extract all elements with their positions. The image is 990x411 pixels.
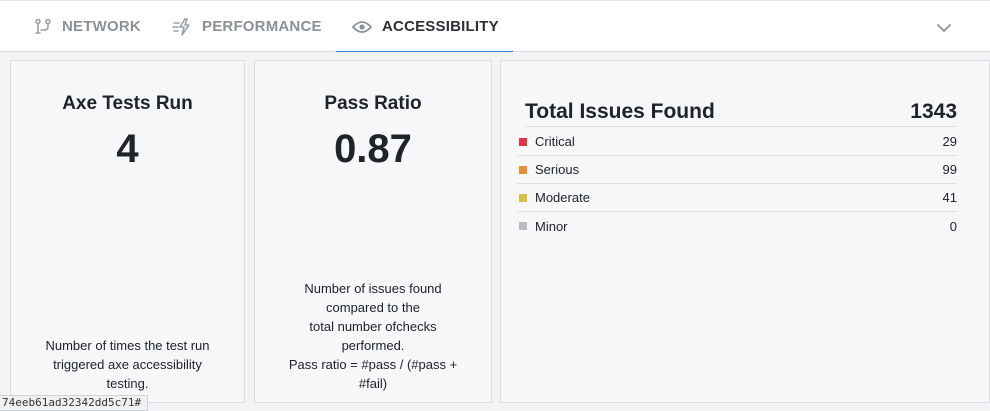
axe-tests-value: 4 — [116, 127, 139, 171]
issue-count: 0 — [949, 218, 957, 234]
total-issues-title: Total Issues Found — [525, 99, 715, 123]
network-branch-icon — [34, 18, 52, 36]
tab-bar: NETWORK PERFORMANCE ACCESSIBILITY — [0, 0, 990, 53]
issue-label: Moderate — [535, 190, 590, 205]
total-issues-card: Total Issues Found 1343 Critical 29 Seri… — [500, 60, 990, 403]
total-issues-header: Total Issues Found 1343 — [525, 97, 957, 127]
total-issues-count: 1343 — [910, 99, 957, 123]
description-line: Number of times the test run — [45, 338, 210, 353]
issue-row-critical: Critical 29 — [517, 128, 957, 156]
tab-accessibility-label: ACCESSIBILITY — [382, 18, 499, 35]
description-line: compared to the — [326, 300, 420, 315]
tab-network-label: NETWORK — [62, 18, 141, 35]
status-bar-url: 74eeb61ad32342dd5c71# — [0, 395, 149, 411]
minor-swatch — [519, 222, 527, 230]
pass-ratio-card: Pass Ratio 0.87 Number of issues found c… — [254, 60, 492, 403]
description-line: total number ofchecks — [309, 319, 437, 334]
tab-accessibility[interactable]: ACCESSIBILITY — [336, 1, 513, 53]
issue-row-moderate: Moderate 41 — [517, 184, 957, 212]
tab-network[interactable]: NETWORK — [34, 1, 141, 52]
description-line: testing. — [106, 376, 149, 391]
description-line: triggered axe accessibility — [53, 357, 202, 372]
issue-count: 41 — [942, 190, 957, 205]
issue-label: Serious — [535, 162, 580, 177]
performance-bolt-icon — [172, 17, 192, 36]
axe-tests-card: Axe Tests Run 4 Number of times the test… — [10, 60, 245, 403]
pass-ratio-title: Pass Ratio — [324, 93, 422, 114]
axe-tests-title: Axe Tests Run — [62, 93, 193, 114]
moderate-swatch — [519, 193, 527, 202]
issue-row-minor: Minor 0 — [517, 212, 957, 240]
serious-swatch — [519, 165, 527, 174]
description-line: #fail) — [358, 376, 388, 391]
issue-label: Minor — [535, 218, 568, 234]
eye-icon — [352, 20, 372, 34]
pass-ratio-description: Number of issues found compared to the t… — [269, 279, 477, 393]
description-line: Pass ratio = #pass / (#pass + — [288, 357, 458, 372]
issue-row-serious: Serious 99 — [517, 156, 957, 184]
tab-performance-label: PERFORMANCE — [202, 18, 322, 35]
tab-performance[interactable]: PERFORMANCE — [172, 1, 322, 52]
description-line: Number of issues found — [304, 281, 442, 296]
collapse-chevron-icon[interactable] — [935, 21, 953, 35]
pass-ratio-value: 0.87 — [334, 127, 412, 171]
accessibility-panel: Axe Tests Run 4 Number of times the test… — [0, 52, 990, 411]
issue-count: 99 — [942, 162, 957, 177]
issue-severity-list: Critical 29 Serious 99 Moderate 41 Minor… — [517, 128, 957, 240]
critical-swatch — [519, 137, 527, 146]
issue-label: Critical — [535, 134, 575, 149]
issue-count: 29 — [942, 134, 957, 149]
axe-tests-description: Number of times the test run triggered a… — [25, 336, 230, 393]
description-line: performed. — [341, 338, 405, 353]
